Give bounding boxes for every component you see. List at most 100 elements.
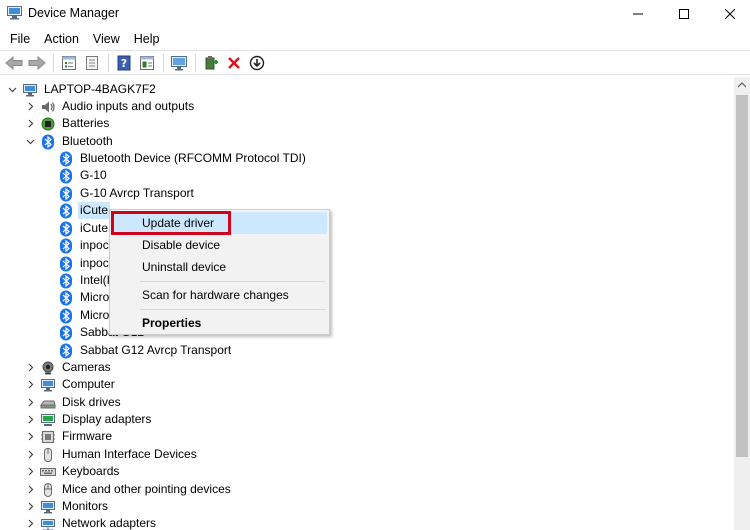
back-arrow-icon [5,55,23,70]
tree-item-firmware[interactable]: Firmware [24,428,114,445]
network-adapter-icon [40,516,56,530]
display-adapter-icon [40,412,56,428]
tree-item-label: Disk drives [62,395,121,409]
tree-item-mice[interactable]: Mice and other pointing devices [24,481,233,498]
tree-item-audio[interactable]: Audio inputs and outputs [24,98,196,115]
scroll-up-icon[interactable] [734,77,750,93]
ctx-scan-hardware[interactable]: Scan for hardware changes [112,284,327,306]
close-button[interactable] [707,0,750,28]
bluetooth-icon [58,168,74,184]
tree-item-keyboards[interactable]: Keyboards [24,463,121,480]
help-button[interactable]: ? [114,53,134,73]
bluetooth-icon [58,343,74,359]
chevron-right-icon[interactable] [24,394,36,411]
tree-item-micro-1[interactable]: Micro [58,289,111,306]
chevron-down-icon[interactable] [6,81,18,98]
tree-item-label: Micro [80,308,110,322]
tree-item-label: Firmware [62,429,112,443]
tree-item-label: Bluetooth [62,134,113,148]
chevron-right-icon[interactable] [24,463,36,480]
bluetooth-icon [58,203,74,219]
tree-item-network-adapters[interactable]: Network adapters [24,515,158,530]
chevron-right-icon[interactable] [24,428,36,445]
menu-action[interactable]: Action [37,28,86,50]
ctx-separator [140,309,325,310]
tree-item-inpoc-1[interactable]: inpoc [58,237,111,254]
tree-item-cameras[interactable]: Cameras [24,359,113,376]
tree-item-micro-2[interactable]: Micro [58,307,111,324]
uninstall-button[interactable] [224,53,244,73]
ctx-disable-device[interactable]: Disable device [112,234,327,256]
menu-file[interactable]: File [3,28,37,50]
tree-item-label: Network adapters [62,516,157,530]
tree-item-inpoc-2[interactable]: inpoc [58,255,111,272]
computer-icon [40,377,56,393]
chevron-right-icon[interactable] [24,376,36,393]
bluetooth-icon [58,256,74,272]
minimize-icon [633,13,643,15]
firmware-icon [40,429,56,445]
bluetooth-icon [58,151,74,167]
ctx-update-driver[interactable]: Update driver [112,212,327,234]
forward-button[interactable] [27,53,47,73]
ctx-properties[interactable]: Properties [112,312,327,334]
tree-item-display-adapters[interactable]: Display adapters [24,411,153,428]
chevron-right-icon[interactable] [24,446,36,463]
ctx-uninstall-device[interactable]: Uninstall device [112,256,327,278]
tree-item-icute-2[interactable]: iCute [58,220,110,237]
tree-item-icute-1[interactable]: iCute [58,202,111,219]
tree-item-computer[interactable]: Computer [24,376,117,393]
minimize-button[interactable] [615,0,661,28]
mouse-icon [40,482,56,498]
tree-item-label: Monitors [62,499,109,513]
scrollbar-thumb[interactable] [736,95,748,457]
chevron-right-icon[interactable] [24,411,36,428]
menu-view[interactable]: View [86,28,127,50]
bluetooth-icon [58,221,74,237]
tree-item-bluetooth[interactable]: Bluetooth [24,133,115,150]
context-menu: Update driver Disable device Uninstall d… [109,209,330,335]
tree-item-bt-rfcomm[interactable]: Bluetooth Device (RFCOMM Protocol TDI) [58,150,308,167]
maximize-button[interactable] [661,0,707,28]
toolbar-separator [53,53,54,72]
tree-item-monitors[interactable]: Monitors [24,498,110,515]
window-title: Device Manager [28,6,120,20]
chevron-right-icon[interactable] [24,115,36,132]
tree-item-g10-avrcp[interactable]: G-10 Avrcp Transport [58,185,196,202]
tree-item-label: G-10 Avrcp Transport [80,186,194,200]
toolbar: ? [0,50,750,75]
properties-button[interactable] [82,53,102,73]
maximize-icon [679,9,689,19]
chevron-right-icon[interactable] [24,98,36,115]
tree-item-label: Cameras [62,360,111,374]
tree-item-g10[interactable]: G-10 [58,167,109,184]
tree-item-intel[interactable]: Intel(I [58,272,112,289]
svg-text:?: ? [121,57,127,70]
chevron-down-icon[interactable] [24,133,36,150]
tree-item-label: Computer [62,377,115,391]
monitor-icon [40,499,56,515]
chevron-right-icon[interactable] [24,515,36,530]
back-button[interactable] [4,53,24,73]
tree-item-label: Intel(I [80,273,111,287]
chevron-right-icon[interactable] [24,359,36,376]
menu-help[interactable]: Help [127,28,167,50]
tree-item-disk-drives[interactable]: Disk drives [24,394,123,411]
hid-icon [40,447,56,463]
tree-item-hid[interactable]: Human Interface Devices [24,446,199,463]
add-driver-button[interactable] [201,53,221,73]
chevron-right-icon[interactable] [24,498,36,515]
properties-icon [86,55,98,70]
battery-icon [40,116,56,132]
tree-item-sabbat-avrcp[interactable]: Sabbat G12 Avrcp Transport [58,342,233,359]
details-pane-button[interactable] [137,53,157,73]
update-driver-button[interactable] [247,53,267,73]
tree-root[interactable]: LAPTOP-4BAGK7F2 [6,81,158,98]
tree-item-label: iCute [80,221,109,235]
scan-hardware-button[interactable] [169,53,189,73]
chevron-right-icon[interactable] [24,481,36,498]
toolbar-separator [108,53,109,72]
vertical-scrollbar[interactable] [734,77,750,530]
tree-item-batteries[interactable]: Batteries [24,115,111,132]
tree-view-button[interactable] [59,53,79,73]
